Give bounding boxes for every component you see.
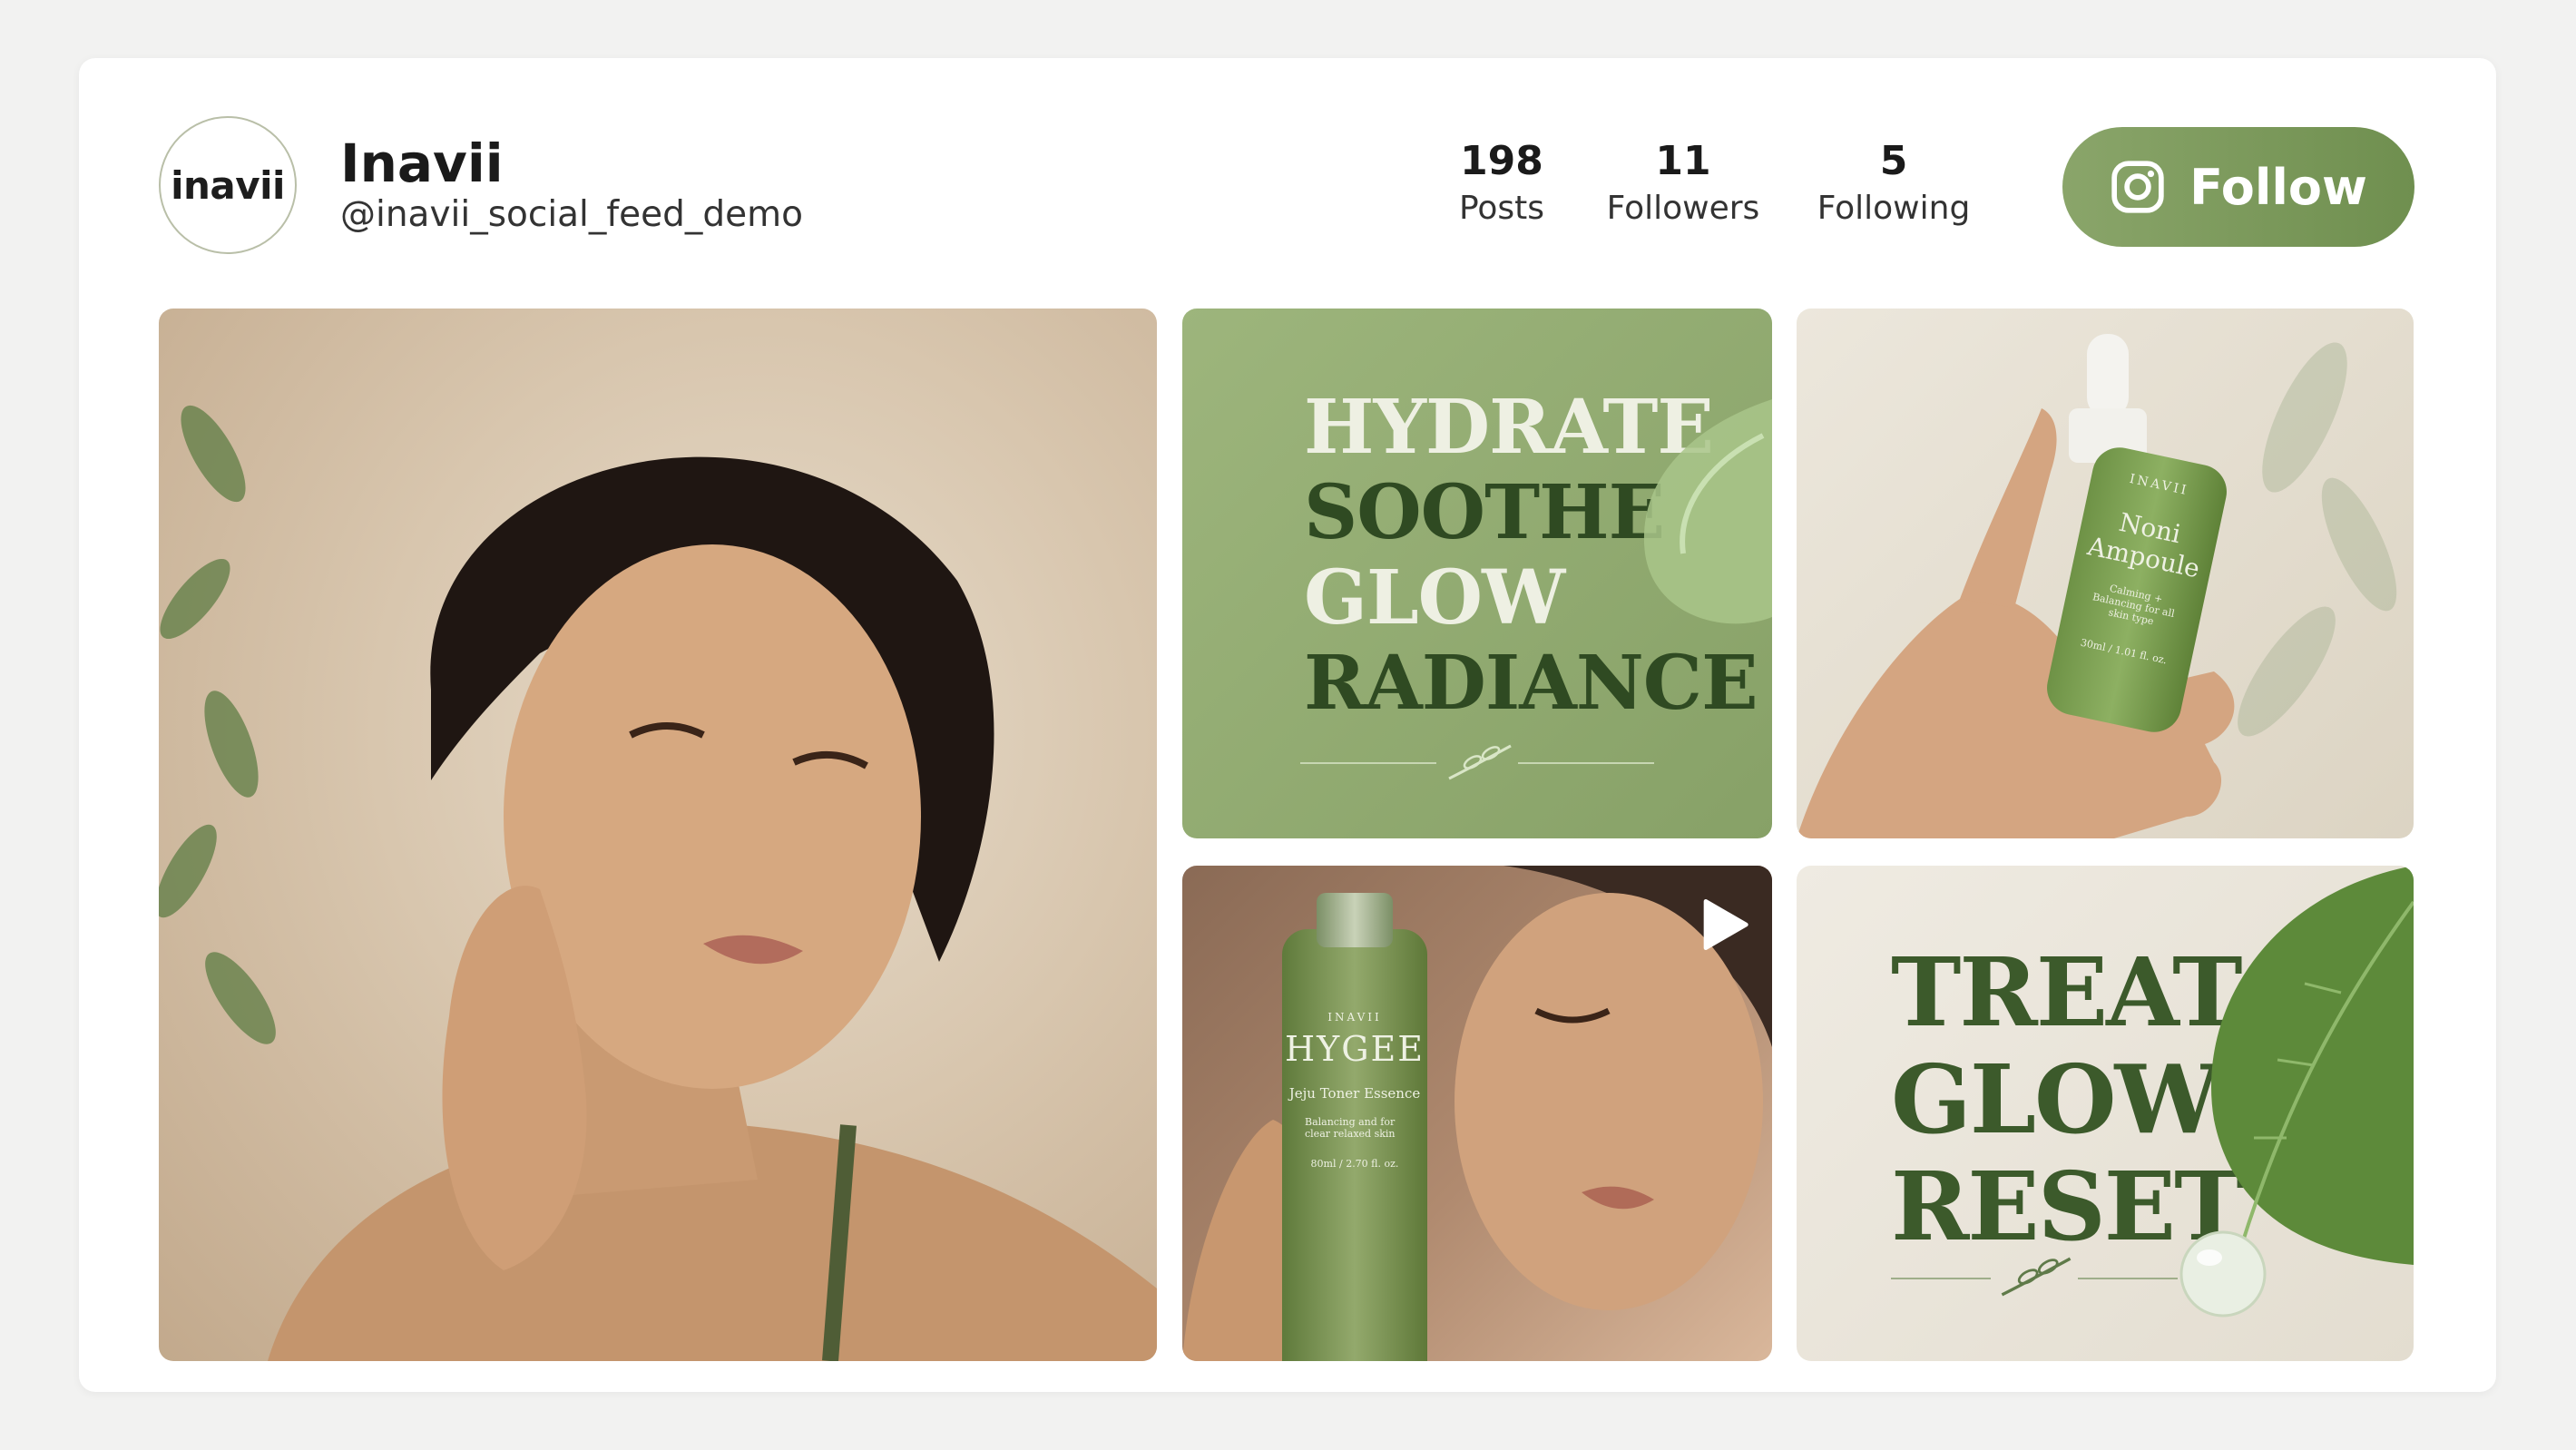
leaf-icon [1448,744,1512,780]
divider-left [1300,762,1436,764]
stat-posts-label: Posts [1458,190,1545,227]
profile-name[interactable]: Inavii [340,132,504,194]
post-tile-portrait[interactable] [159,309,1157,1361]
toner-desc: Balancing and for clear relaxed skin [1305,1116,1396,1140]
post-tile-ampoule[interactable]: INAVII Noni Ampoule Calming + Balancing … [1797,309,2414,838]
stat-following-label: Following [1817,190,1971,227]
divider-right [1518,762,1654,764]
follow-button[interactable]: Follow [2062,127,2414,247]
stat-following[interactable]: 5 Following [1785,138,2003,227]
stat-posts-value: 198 [1460,138,1543,184]
ampoule-volume: 30ml / 1.01 fl. oz. [2079,636,2169,667]
instagram-icon [2111,161,2164,213]
divider-right-2 [2078,1278,2178,1279]
profile-handle[interactable]: @inavii_social_feed_demo [340,194,803,235]
stat-followers[interactable]: 11 Followers [1574,138,1792,227]
post-tile-hydrate[interactable]: HYDRATE SOOTHE GLOW RADIANCE [1182,309,1772,838]
ampoule-brand: INAVII [2128,471,2190,499]
feed-card: inavii Inavii @inavii_social_feed_demo 1… [79,58,2496,1392]
toner-brand: INAVII [1327,1011,1382,1024]
post-tile-toner-video[interactable]: INAVII HYGEE Jeju Toner Essence Balancin… [1182,866,1772,1361]
post-tile-treat[interactable]: TREAT GLOW RESET [1797,866,2414,1361]
follow-button-label: Follow [2189,158,2367,216]
avatar[interactable]: inavii [159,116,297,254]
portrait-image [159,405,1157,1361]
toner-cap [1317,893,1393,947]
leaf-drop-image [2179,866,2414,1318]
ampoule-desc: Calming + Balancing for all skin type [2091,582,2176,628]
stat-followers-value: 11 [1655,138,1711,184]
toner-scene [1182,866,1772,1361]
stat-followers-label: Followers [1606,190,1760,227]
toner-product: Jeju Toner Essence [1288,1085,1421,1102]
leaf-icon [2001,1257,2072,1297]
toner-bottle: INAVII HYGEE Jeju Toner Essence Balancin… [1282,893,1427,1361]
stat-following-value: 5 [1879,138,1908,184]
stat-posts[interactable]: 198 Posts [1420,138,1583,227]
profile-header: inavii Inavii @inavii_social_feed_demo 1… [79,58,2496,330]
play-icon[interactable] [1699,896,1750,953]
toner-name: HYGEE [1284,1029,1425,1069]
divider-left-2 [1891,1278,1991,1279]
toner-volume: 80ml / 2.70 fl. oz. [1310,1158,1399,1170]
